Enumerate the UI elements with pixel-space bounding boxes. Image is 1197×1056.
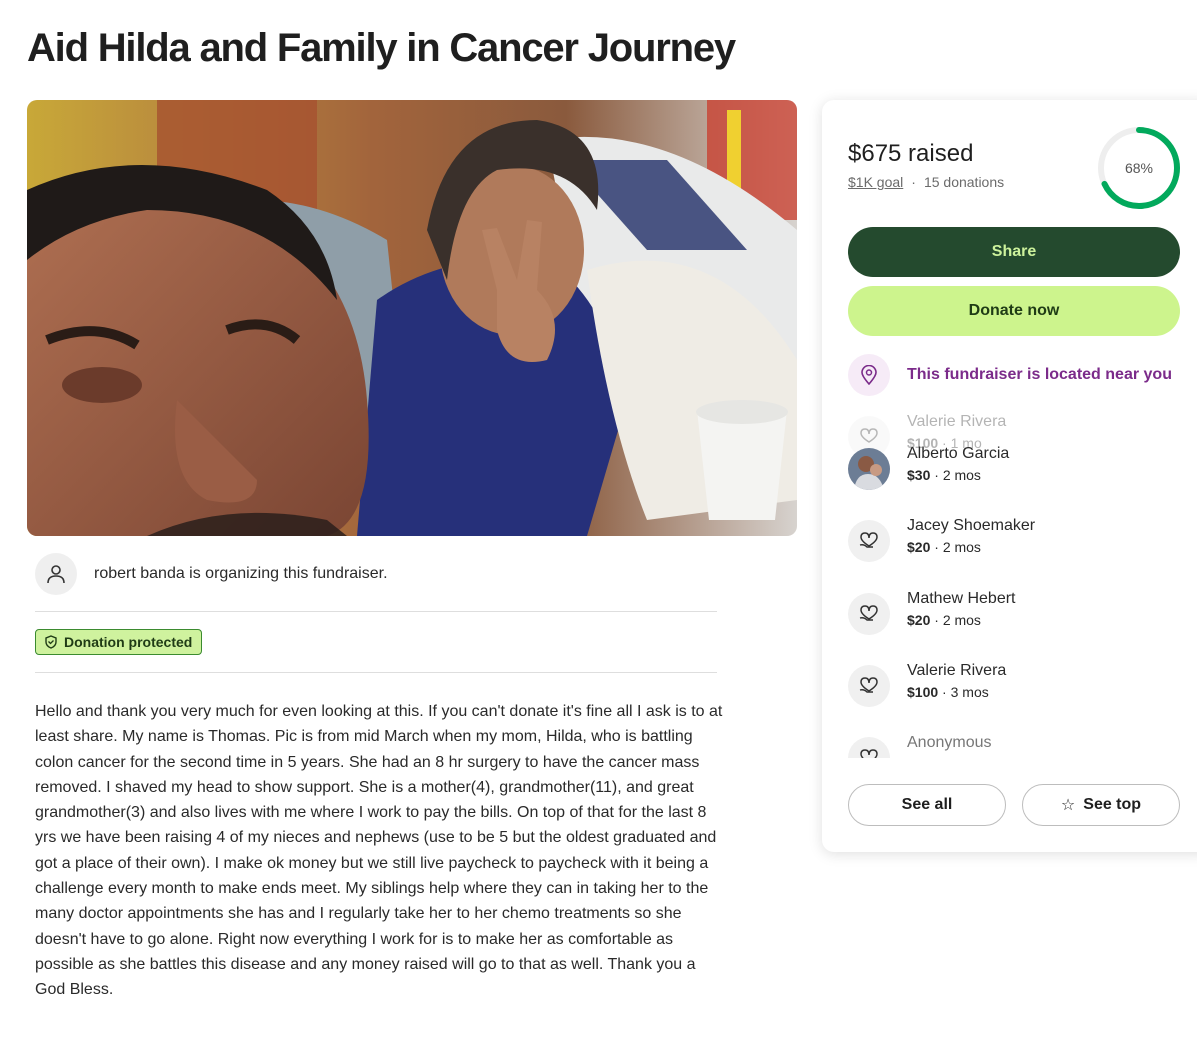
shield-icon — [44, 635, 58, 649]
donor-name: Jacey Shoemaker — [907, 517, 1036, 534]
user-icon — [35, 553, 77, 595]
donor-time: 2 mos — [942, 612, 981, 628]
donor-name: Valerie Rivera — [907, 662, 1007, 679]
amount-raised: $675 raised — [848, 140, 974, 167]
donor-amount: $20 — [907, 612, 931, 628]
avatar — [848, 448, 890, 490]
meta-separator: · — [930, 539, 943, 555]
donation-count: 15 donations — [923, 174, 1005, 190]
heart-hand-icon — [848, 737, 890, 758]
divider — [35, 672, 717, 673]
heart-hand-icon — [848, 665, 890, 707]
donor-name: Mathew Hebert — [907, 590, 1016, 607]
donate-now-button[interactable]: Donate now — [848, 286, 1180, 336]
donor-amount: $100 — [907, 684, 939, 700]
meta-separator: · — [930, 467, 943, 483]
see-top-button[interactable]: ☆ See top — [1022, 784, 1180, 826]
donation-protected-badge[interactable]: Donation protected — [35, 629, 203, 655]
see-top-label: See top — [1083, 796, 1142, 813]
separator: · — [911, 174, 916, 190]
goal-link[interactable]: $1K goal — [848, 174, 903, 190]
nearby-text: This fundraiser is located near you — [907, 366, 1172, 383]
donor-item: Alberto Garcia $30 · 2 mos — [848, 444, 1009, 490]
donor-amount: $20 — [907, 539, 931, 555]
organizer-row: robert banda is organizing this fundrais… — [35, 553, 388, 595]
hero-photo — [27, 100, 797, 536]
donor-time: 2 mos — [942, 539, 981, 555]
donor-item: Anonymous — [848, 733, 992, 758]
meta-separator: · — [930, 612, 943, 628]
story-text: Hello and thank you very much for even l… — [35, 703, 723, 999]
donor-amount: $30 — [907, 467, 931, 483]
page-title: Aid Hilda and Family in Cancer Journey — [27, 26, 736, 70]
donor-name: Valerie Rivera — [907, 413, 1007, 430]
organizer-text: robert banda is organizing this fundrais… — [94, 565, 388, 582]
nearby-notice[interactable]: This fundraiser is located near you — [848, 354, 1172, 396]
donor-name: Alberto Garcia — [907, 445, 1010, 462]
donor-time: 2 mos — [942, 467, 981, 483]
progress-ring: 68% — [1096, 125, 1182, 211]
donor-item: Valerie Rivera $100 · 3 mos — [848, 661, 1006, 707]
donor-time: 3 mos — [950, 684, 989, 700]
heart-hand-icon — [848, 593, 890, 635]
goal-line: $1K goal · 15 donations — [848, 174, 1004, 190]
share-button[interactable]: Share — [848, 227, 1180, 277]
meta-separator: · — [938, 684, 951, 700]
star-icon: ☆ — [1060, 797, 1076, 814]
heart-hand-icon — [848, 520, 890, 562]
badge-label: Donation protected — [64, 634, 193, 650]
donor-item: Mathew Hebert $20 · 2 mos — [848, 589, 1016, 635]
donor-item: Jacey Shoemaker $20 · 2 mos — [848, 516, 1035, 562]
progress-percent: 68% — [1124, 160, 1154, 176]
donation-card: $675 raised $1K goal · 15 donations 68% Sh… — [822, 100, 1197, 852]
location-pin-icon — [848, 354, 890, 396]
donor-name: Anonymous — [907, 734, 992, 751]
see-all-button[interactable]: See all — [848, 784, 1006, 826]
divider — [35, 611, 717, 612]
donor-list-fade: Anonymous — [822, 730, 1197, 758]
